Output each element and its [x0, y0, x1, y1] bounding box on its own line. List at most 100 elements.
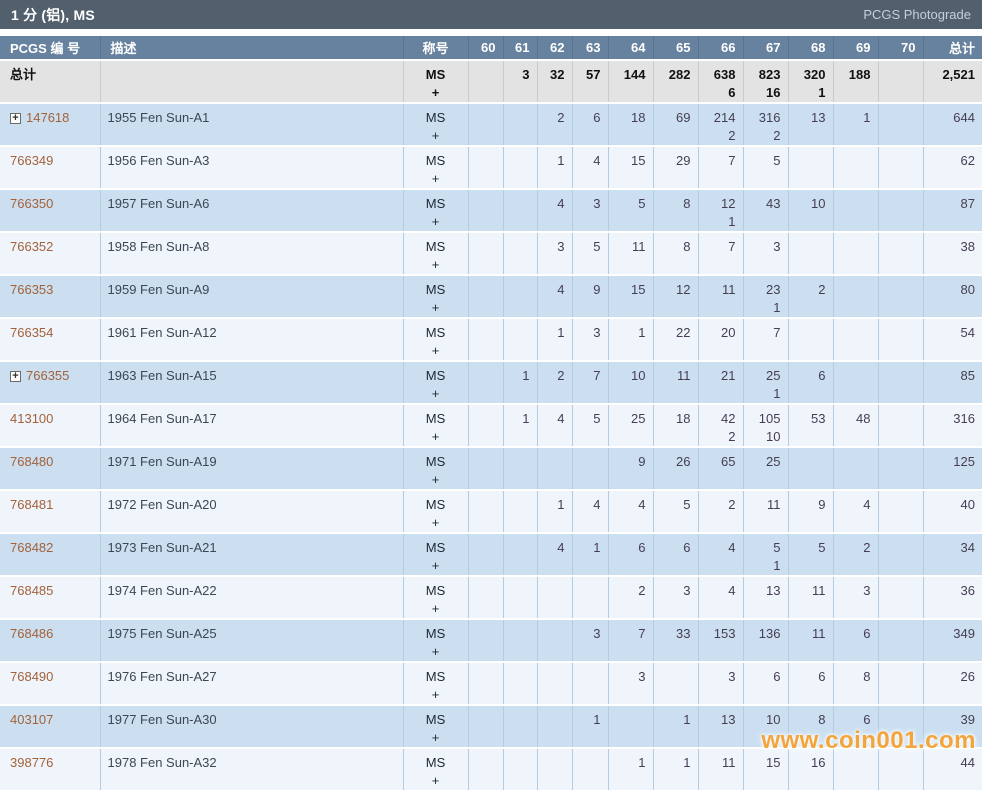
grade-cell: 4	[537, 275, 573, 319]
designation-cell: MS +	[403, 576, 469, 620]
pcgs-number-link[interactable]: 768485	[10, 583, 53, 598]
grade-cell: 69	[653, 103, 699, 147]
grade-cell: 7	[698, 146, 744, 190]
grade-cell: 5	[608, 189, 654, 233]
grade-cell: 6	[608, 533, 654, 577]
row-total: 44	[923, 748, 982, 792]
grade-cell: 11	[743, 490, 789, 534]
expand-plus-icon[interactable]: +	[10, 371, 21, 382]
grade-cell: 5	[572, 232, 609, 276]
table-row: 766352 1958 Fen Sun-A8 MS +3 5 11 8 7 3 38	[0, 232, 982, 276]
grade-cell	[878, 103, 924, 147]
grade-cell	[878, 232, 924, 276]
grade-cell	[608, 705, 654, 749]
grade-cell	[537, 619, 573, 663]
grade-cell: 4	[608, 490, 654, 534]
grade-cell	[878, 361, 924, 405]
grade-cell: 214 2	[698, 103, 744, 147]
coin-description: 1957 Fen Sun-A6	[100, 189, 404, 233]
grade-cell: 15	[608, 275, 654, 319]
designation-cell: MS +	[403, 404, 469, 448]
grade-cell: 25	[743, 447, 789, 491]
grade-cell: 7	[698, 232, 744, 276]
grade-cell	[503, 103, 538, 147]
column-header-4: 61	[503, 36, 538, 61]
grade-cell: 22	[653, 318, 699, 362]
grade-cell: 4	[537, 404, 573, 448]
row-total: 40	[923, 490, 982, 534]
totals-grade-cell: 638 6	[698, 60, 744, 104]
pcgs-number-link[interactable]: 766350	[10, 196, 53, 211]
table-row: 403107 1977 Fen Sun-A30 MS +1 1 13 10 8 6 39	[0, 705, 982, 749]
pcgs-number-link[interactable]: 768481	[10, 497, 53, 512]
grade-cell	[878, 490, 924, 534]
pcgs-number-cell: 403107	[0, 705, 101, 749]
totals-grade-cell: 188	[833, 60, 879, 104]
row-total: 39	[923, 705, 982, 749]
pcgs-number-link[interactable]: 768480	[10, 454, 53, 469]
grade-cell	[468, 748, 504, 792]
pcgs-number-link[interactable]: 147618	[26, 110, 69, 125]
photograde-link[interactable]: PCGS Photograde	[863, 7, 971, 22]
pcgs-number-link[interactable]: 768482	[10, 540, 53, 555]
pcgs-number-cell: 766349	[0, 146, 101, 190]
pcgs-number-link[interactable]: 768490	[10, 669, 53, 684]
grade-cell: 12	[653, 275, 699, 319]
table-row: 768480 1971 Fen Sun-A19 MS + 9 26 65 25 125	[0, 447, 982, 491]
totals-total: 2,521	[923, 60, 982, 104]
grade-cell: 1	[572, 705, 609, 749]
grade-cell: 33	[653, 619, 699, 663]
pcgs-number-link[interactable]: 413100	[10, 411, 53, 426]
column-header-3: 60	[468, 36, 504, 61]
grade-cell: 7	[743, 318, 789, 362]
grade-cell: 12 1	[698, 189, 744, 233]
totals-grade-cell: 823 16	[743, 60, 789, 104]
grade-cell: 10	[788, 189, 834, 233]
pcgs-number-link[interactable]: 766349	[10, 153, 53, 168]
grade-cell	[878, 275, 924, 319]
grade-cell	[468, 103, 504, 147]
coin-description: 1961 Fen Sun-A12	[100, 318, 404, 362]
grade-cell	[788, 447, 834, 491]
pcgs-number-link[interactable]: 766353	[10, 282, 53, 297]
grade-cell: 29	[653, 146, 699, 190]
pcgs-number-link[interactable]: 768486	[10, 626, 53, 641]
column-header-1: 描述	[100, 36, 404, 61]
column-header-2: 称号	[403, 36, 469, 61]
totals-grade-cell	[878, 60, 924, 104]
column-header-9: 66	[698, 36, 744, 61]
grade-cell: 13	[698, 705, 744, 749]
grade-cell: 6	[572, 103, 609, 147]
grade-cell	[503, 705, 538, 749]
grade-cell: 10	[743, 705, 789, 749]
totals-grade-cell: 3	[503, 60, 538, 104]
column-header-11: 68	[788, 36, 834, 61]
grade-cell	[788, 232, 834, 276]
pcgs-number-link[interactable]: 766352	[10, 239, 53, 254]
pcgs-number-link[interactable]: 766355	[26, 368, 69, 383]
grade-cell	[537, 447, 573, 491]
grade-cell	[503, 275, 538, 319]
coin-description: 1973 Fen Sun-A21	[100, 533, 404, 577]
pcgs-number-link[interactable]: 398776	[10, 755, 53, 770]
pcgs-number-link[interactable]: 766354	[10, 325, 53, 340]
grade-cell: 48	[833, 404, 879, 448]
grade-cell: 3	[572, 189, 609, 233]
row-total: 349	[923, 619, 982, 663]
grade-cell	[468, 533, 504, 577]
row-total: 316	[923, 404, 982, 448]
designation-cell: MS +	[403, 189, 469, 233]
table-row: 768485 1974 Fen Sun-A22 MS +2 3 4 13 11 3 36	[0, 576, 982, 620]
grade-cell: 5	[653, 490, 699, 534]
grade-cell	[503, 748, 538, 792]
pcgs-number-link[interactable]: 403107	[10, 712, 53, 727]
expand-plus-icon[interactable]: +	[10, 113, 21, 124]
page-title: 1 分 (铝), MS	[11, 6, 95, 23]
totals-row: 总计 MS + 3 32 57 144 282 638 6 823 16 320 1 188 2,52…	[0, 60, 982, 104]
grade-cell	[468, 404, 504, 448]
grade-cell	[503, 533, 538, 577]
coin-description: 1977 Fen Sun-A30	[100, 705, 404, 749]
grade-cell: 6	[653, 533, 699, 577]
grade-cell: 6	[743, 662, 789, 706]
designation-cell: MS +	[403, 275, 469, 319]
